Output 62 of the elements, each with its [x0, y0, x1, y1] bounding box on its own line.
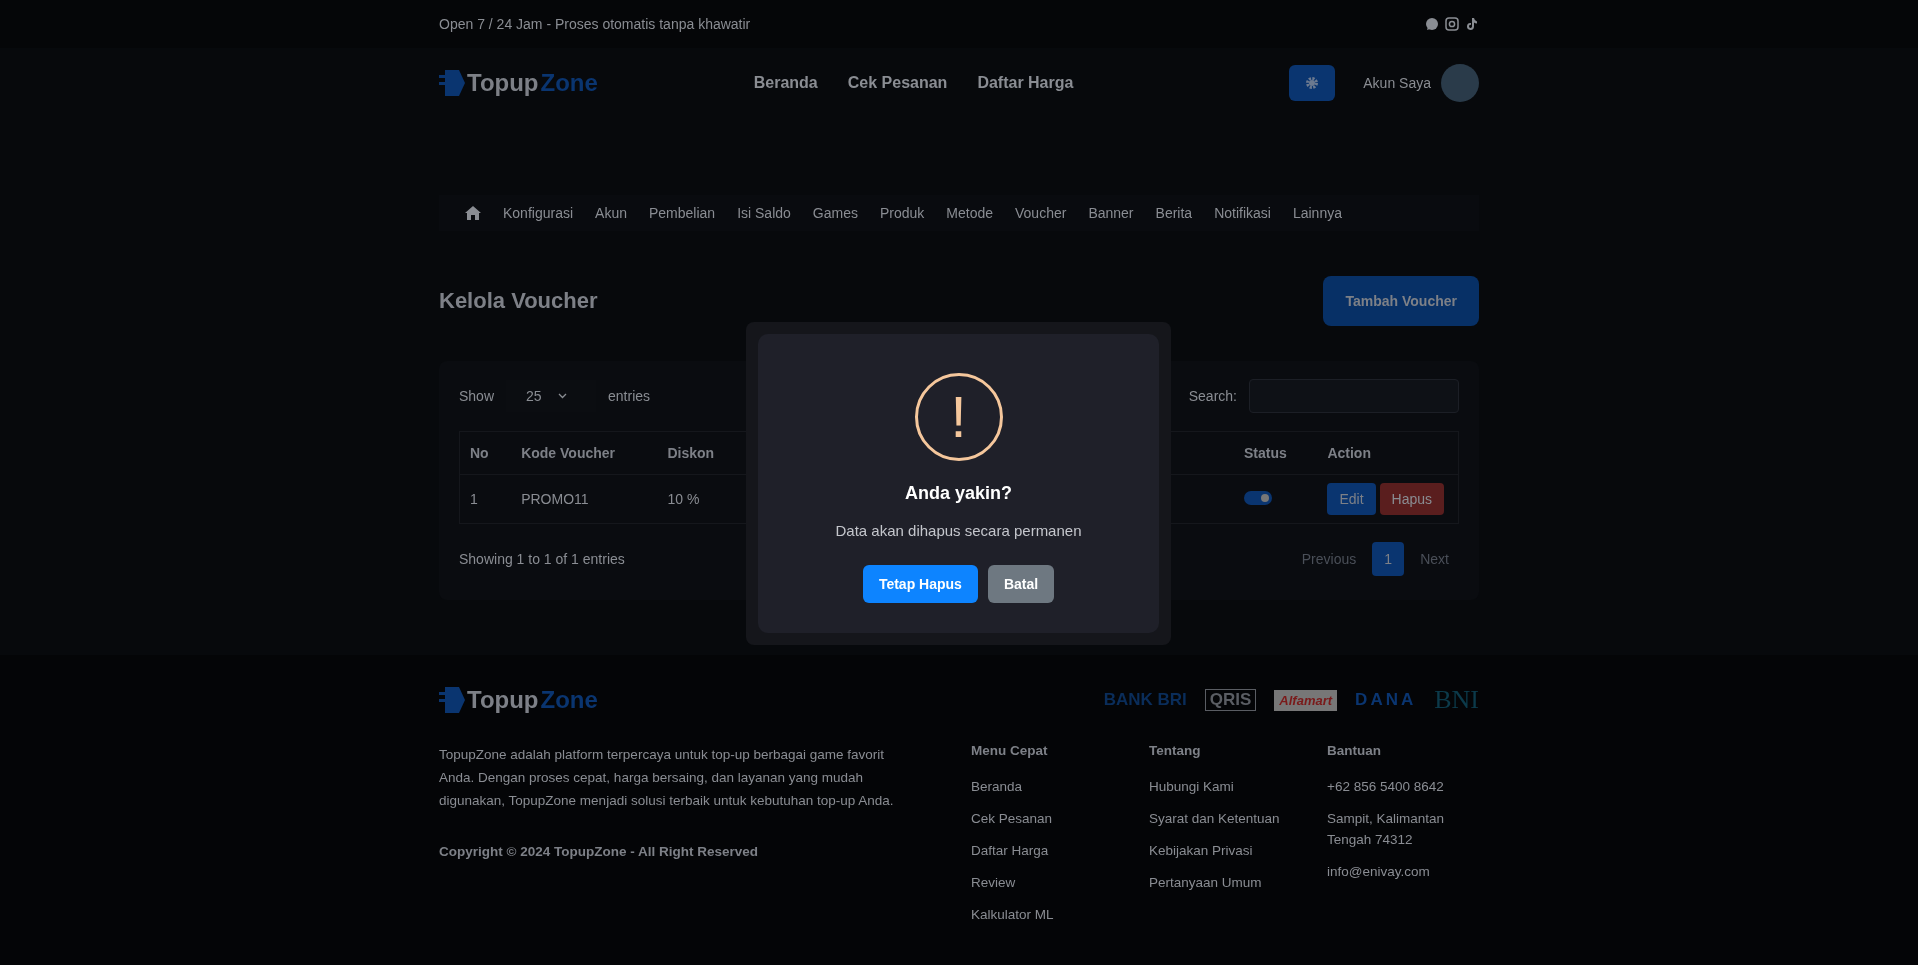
footer-link[interactable]: Kalkulator ML: [971, 904, 1149, 925]
footer-heading: Bantuan: [1327, 743, 1382, 758]
nav-link[interactable]: Beranda: [753, 74, 818, 92]
payment-logo: QRIS: [1204, 689, 1257, 711]
admin-menu-item[interactable]: Metode: [946, 205, 993, 221]
footer-description: TopupZone adalah platform terpercaya untuk top-up berbagai game favorit Anda. Dengan proses cepat, harga bersaing, dan layanan yang mudah digunakan, TopupZone menjadi solusi terbaik untuk kebutuhan top-up Anda.: [439, 746, 895, 810]
admin-menu-item[interactable]: Isi Saldo: [737, 205, 791, 221]
nav-link[interactable]: Daftar Harga: [977, 74, 1074, 92]
cancel-button[interactable]: Batal: [987, 565, 1055, 603]
home-icon[interactable]: [465, 206, 481, 220]
admin-menu-item[interactable]: Banner: [1088, 205, 1134, 221]
footer-link[interactable]: Cek Pesanan: [971, 808, 1149, 829]
admin-menu-item[interactable]: Notifikasi: [1214, 205, 1271, 221]
whatsapp-icon[interactable]: [1425, 17, 1439, 31]
announcement-text: Open 7 / 24 Jam - Proses otomatis tanpa khawatir: [439, 16, 751, 32]
admin-menu-item[interactable]: Berita: [1155, 205, 1193, 221]
payment-logo: DANA: [1355, 690, 1417, 710]
footer-heading: Menu Cepat: [971, 743, 1049, 758]
settings-button[interactable]: [1289, 65, 1336, 101]
admin-menu-item[interactable]: Pembelian: [648, 205, 716, 221]
topupzone-logo[interactable]: TopupZone: [439, 685, 598, 715]
admin-menu-item[interactable]: Games: [812, 205, 858, 221]
table-cell: 10 %: [657, 474, 806, 524]
account-link[interactable]: Akun Saya: [1363, 75, 1431, 91]
dialog-title: Anda yakin?: [905, 483, 1012, 504]
column-header: No: [459, 431, 512, 475]
nav-link[interactable]: Cek Pesanan: [847, 74, 948, 92]
status-toggle[interactable]: [1243, 490, 1272, 505]
table-cell: PROMO11: [511, 474, 658, 524]
payment-logo: BANK BRI: [1103, 690, 1187, 710]
admin-menu-item[interactable]: Lainnya: [1292, 205, 1342, 221]
admin-menu-item[interactable]: Akun: [595, 205, 627, 221]
admin-menu-item[interactable]: Produk: [879, 205, 925, 221]
footer-heading: Tentang: [1149, 743, 1202, 758]
payment-logo: Alfamart: [1274, 689, 1338, 711]
page-title: Kelola Voucher: [439, 288, 598, 314]
entries-label: entries: [608, 388, 651, 404]
footer-link[interactable]: Review: [971, 872, 1149, 893]
confirm-delete-button[interactable]: Tetap Hapus: [862, 565, 978, 603]
copyright-text: Copyright © 2024 TopupZone - All Right Reserved: [439, 844, 759, 859]
payment-logo: BNI: [1434, 685, 1479, 715]
dialog-message: Data akan dihapus secara permanen: [835, 522, 1082, 539]
topupzone-logo[interactable]: TopupZone: [439, 68, 598, 98]
entries-info: Showing 1 to 1 of 1 entries: [459, 551, 625, 567]
column-header: Action: [1317, 431, 1459, 475]
delete-button[interactable]: Hapus: [1379, 483, 1444, 515]
add-voucher-button[interactable]: Tambah Voucher: [1323, 276, 1479, 326]
show-label: Show: [459, 388, 495, 404]
tiktok-icon[interactable]: [1465, 17, 1479, 31]
warning-icon: !: [914, 373, 1003, 461]
footer-link[interactable]: Pertanyaan Umum: [1149, 872, 1327, 893]
settings-icon: [1305, 76, 1320, 90]
admin-menu-item[interactable]: Voucher: [1015, 205, 1067, 221]
search-label: Search:: [1188, 388, 1237, 404]
instagram-icon[interactable]: [1445, 17, 1459, 31]
column-header: Status: [1233, 431, 1318, 475]
table-cell: 1: [459, 474, 512, 524]
column-header: Kode Voucher: [511, 431, 658, 475]
admin-menu-item[interactable]: Konfigurasi: [503, 205, 574, 221]
footer-link[interactable]: Daftar Harga: [971, 840, 1149, 861]
chevron-down-icon: [557, 393, 567, 399]
footer-link[interactable]: Beranda: [971, 776, 1149, 797]
